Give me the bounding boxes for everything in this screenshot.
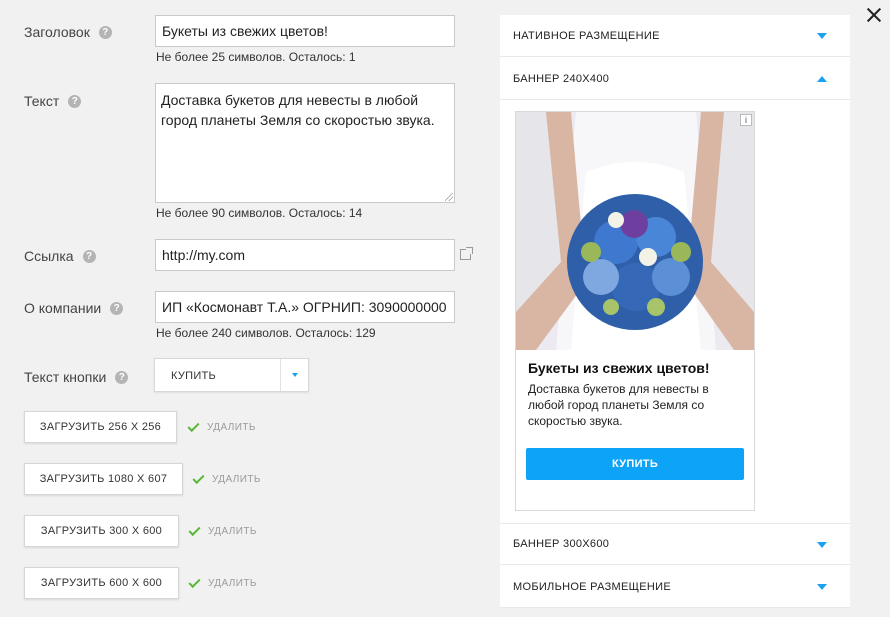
company-label: О компании ?: [24, 300, 124, 316]
ad-info-icon[interactable]: i: [740, 114, 752, 126]
check-icon: [192, 471, 205, 485]
upload-300x600-button[interactable]: ЗАГРУЗИТЬ 300 Х 600: [24, 515, 179, 547]
delete-600x600-link[interactable]: УДАЛИТЬ: [208, 578, 257, 589]
help-icon[interactable]: ?: [110, 301, 124, 315]
chevron-down-icon: [817, 33, 827, 39]
headline-label: Заголовок ?: [24, 24, 112, 40]
delete-1080-link[interactable]: УДАЛИТЬ: [212, 474, 261, 485]
button-text-selected-value: КУПИТЬ: [171, 370, 217, 382]
help-icon[interactable]: ?: [98, 25, 112, 39]
company-input[interactable]: ИП «Космонавт Т.А.» ОГРНИП: 3090000000: [155, 291, 455, 323]
check-icon: [187, 419, 200, 433]
upload-256-button[interactable]: ЗАГРУЗИТЬ 256 Х 256: [24, 411, 177, 443]
banner-cta-button[interactable]: КУПИТЬ: [526, 448, 744, 480]
select-divider: [280, 359, 281, 391]
company-hint: Не более 240 символов. Осталось: 129: [156, 326, 376, 340]
upload-600x600-button[interactable]: ЗАГРУЗИТЬ 600 Х 600: [24, 567, 179, 599]
delete-256-link[interactable]: УДАЛИТЬ: [207, 422, 256, 433]
close-icon[interactable]: [862, 4, 886, 28]
chevron-down-icon: [817, 584, 827, 590]
resize-grip-icon[interactable]: [445, 193, 453, 201]
section-banner-300x600-header[interactable]: БАННЕР 300Х600: [500, 523, 850, 565]
help-icon[interactable]: ?: [115, 370, 129, 384]
banner-title: Букеты из свежих цветов!: [528, 360, 710, 376]
text-hint: Не более 90 символов. Осталось: 14: [156, 206, 363, 220]
chevron-down-icon[interactable]: [292, 373, 298, 377]
bouquet-image: i: [516, 112, 754, 350]
check-icon: [188, 523, 201, 537]
help-icon[interactable]: ?: [82, 249, 96, 263]
banner-text: Доставка букетов для невесты в любой гор…: [528, 382, 709, 428]
chevron-down-icon: [817, 542, 827, 548]
link-input[interactable]: http://my.com: [155, 239, 455, 271]
button-text-select[interactable]: КУПИТЬ: [154, 358, 309, 392]
section-native-header[interactable]: НАТИВНОЕ РАЗМЕЩЕНИЕ: [500, 15, 850, 57]
upload-1080-button[interactable]: ЗАГРУЗИТЬ 1080 Х 607: [24, 463, 183, 495]
text-textarea[interactable]: Доставка букетов для невесты в любой гор…: [155, 83, 455, 203]
section-banner-240x400-header[interactable]: БАННЕР 240Х400: [500, 58, 850, 100]
headline-hint: Не более 25 символов. Осталось: 1: [156, 50, 356, 64]
check-icon: [188, 575, 201, 589]
section-mobile-header[interactable]: МОБИЛЬНОЕ РАЗМЕЩЕНИЕ: [500, 566, 850, 608]
external-link-icon[interactable]: [460, 247, 473, 260]
button-text-label: Текст кнопки ?: [24, 369, 129, 385]
headline-input[interactable]: Букеты из свежих цветов!: [155, 15, 455, 47]
delete-300x600-link[interactable]: УДАЛИТЬ: [208, 526, 257, 537]
chevron-up-icon: [817, 76, 827, 82]
bouquet-illustration: [516, 112, 754, 350]
banner-240x400-preview[interactable]: i Букеты из свежих цветов! Доставка буке…: [515, 111, 755, 511]
link-label: Ссылка ?: [24, 248, 96, 264]
help-icon[interactable]: ?: [68, 94, 82, 108]
text-label: Текст ?: [24, 93, 82, 109]
